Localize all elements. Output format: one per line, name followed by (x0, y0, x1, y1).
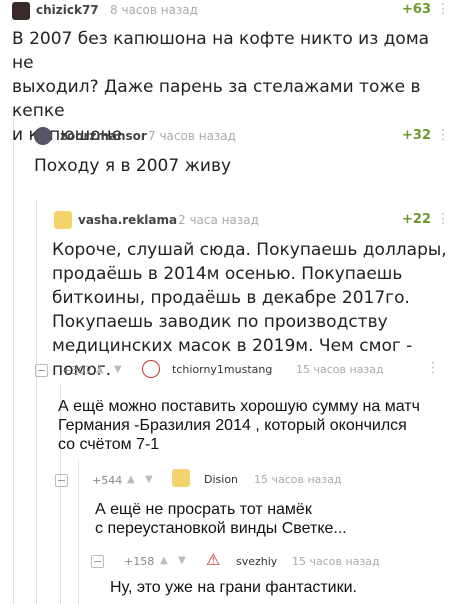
timestamp: 15 часов назад (254, 473, 342, 486)
more-icon[interactable]: ⋮ (436, 1, 450, 17)
text-line: со счётом 7-1 (58, 436, 160, 453)
timestamp: 15 часов назад (296, 363, 384, 376)
text-line: выходил? Даже парень за стелажами тоже в… (12, 77, 421, 121)
score: +158 (124, 555, 155, 568)
timestamp: 8 часов назад (110, 3, 198, 17)
thread-line (13, 110, 14, 604)
text-line: А ещё не просрать тот намёк (95, 501, 312, 518)
text-line: А ещё можно поставить хорошую сумму на м… (58, 398, 420, 415)
text-line: Короче, слушай сюда. Покупаешь доллары, (52, 240, 447, 260)
text-line: Германия -Бразилия 2014 , который окончи… (58, 417, 407, 434)
downvote-icon[interactable]: ▼ (114, 364, 122, 375)
rating: +22 (402, 212, 431, 227)
user-avatar[interactable]: ⚠ (206, 550, 220, 569)
timestamp: 2 часа назад (178, 213, 259, 227)
username[interactable]: Dision (204, 473, 238, 486)
collapse-icon[interactable] (55, 474, 68, 487)
downvote-icon[interactable]: ▼ (178, 555, 186, 566)
user-avatar[interactable] (142, 360, 160, 378)
score: +307 (62, 364, 93, 377)
thread-line (78, 460, 79, 604)
text-line: продаёшь в 2014м осенью. Покупаешь (52, 264, 403, 284)
comment-text: А ещё можно поставить хорошую сумму на м… (58, 397, 420, 454)
text-line: Покупаешь заводик по производству (52, 312, 388, 332)
timestamp: 7 часов назад (148, 129, 236, 143)
more-icon[interactable]: ⋮ (436, 127, 450, 143)
text-line: Походу я в 2007 живу (34, 156, 232, 176)
username[interactable]: svezhiy (236, 555, 277, 568)
more-icon[interactable]: ⋮ (436, 211, 450, 227)
text-line: биткоины, продаёшь в декабре 2017го. (52, 288, 410, 308)
user-avatar[interactable] (172, 469, 190, 487)
rating: +63 (402, 2, 431, 17)
text-line: с переустановкой винды Светке... (95, 520, 347, 537)
collapse-icon[interactable] (91, 555, 104, 568)
downvote-icon[interactable]: ▼ (145, 474, 153, 485)
rating: +32 (402, 128, 431, 143)
username[interactable]: chizick77 (36, 3, 99, 17)
upvote-icon[interactable]: ▲ (160, 555, 168, 566)
upvote-icon[interactable]: ▲ (96, 364, 104, 375)
comment-text: Короче, слушай сюда. Покупаешь доллары, … (52, 238, 453, 382)
user-avatar[interactable] (12, 2, 30, 20)
username[interactable]: zoorzmansor (60, 129, 147, 143)
text-line: В 2007 без капюшона на кофте никто из до… (12, 29, 430, 73)
more-icon[interactable]: ⋮ (426, 360, 440, 376)
score: +544 (92, 474, 123, 487)
username[interactable]: tchiorny1mustang (172, 363, 272, 376)
thread-line (36, 200, 37, 604)
user-avatar[interactable] (34, 127, 52, 145)
timestamp: 15 часов назад (292, 555, 380, 568)
comment-text: Ну, это уже на грани фантастики. (110, 578, 357, 597)
comment-text: Походу я в 2007 живу (34, 154, 231, 178)
text-line: Ну, это уже на грани фантастики. (110, 579, 357, 596)
comment-text: А ещё не просрать тот намёк с переустано… (95, 500, 347, 538)
upvote-icon[interactable]: ▲ (127, 474, 135, 485)
user-avatar[interactable] (54, 211, 72, 229)
collapse-icon[interactable] (35, 364, 48, 377)
username[interactable]: vasha.reklama (78, 213, 177, 227)
